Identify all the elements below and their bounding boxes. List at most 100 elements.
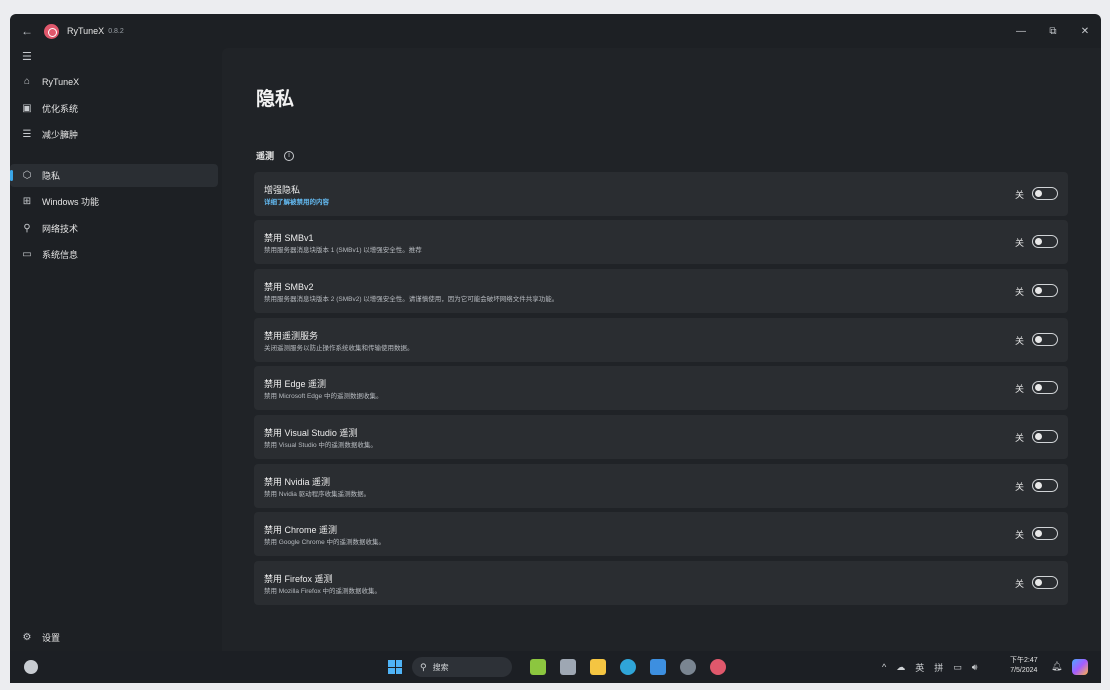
setting-title: 禁用 Visual Studio 遥测 [264,428,358,438]
setting-description: 禁用 Nvidia 驱动程序收集遥测数据。 [264,491,371,498]
setting-card-nvidia-telemetry: 禁用 Nvidia 遥测 禁用 Nvidia 驱动程序收集遥测数据。 关 [254,464,1068,508]
tray-expand-icon[interactable]: ^ [882,662,886,672]
setting-card-smbv2: 禁用 SMBv2 禁用服务器消息块版本 2 (SMBv2) 以增强安全性。请谨慎… [254,269,1068,313]
sidebar-item-label: 优化系统 [42,104,79,114]
setting-title: 禁用遥测服务 [264,331,319,341]
task-view-app-icon[interactable] [560,659,576,675]
toggle-switch[interactable] [1032,333,1058,346]
settings-label: 设置 [42,633,61,643]
sidebar: ☰ ⌂ RyTuneX ▣ 优化系统 ☰ 减少臃肿 ⬡ 隐私 ⊞ Windows… [10,48,222,651]
sidebar-item-label: 网络技术 [42,224,79,234]
setting-title: 禁用 Firefox 遥测 [264,574,333,584]
active-indicator [10,170,13,181]
store-app-icon[interactable] [650,659,666,675]
toggle-state-label: 关 [1014,530,1024,540]
search-label: 搜索 [432,662,449,672]
setting-title: 禁用 Nvidia 遥测 [264,477,331,487]
page-title: 隐私 [256,89,295,110]
window-controls: — ⧉ ✕ [1005,14,1101,48]
clock-date: 7/5/2024 [1010,667,1038,674]
sidebar-item-home[interactable]: ⌂ RyTuneX [10,70,218,93]
info-icon[interactable]: i [284,150,295,161]
sidebar-item-windows-features[interactable]: ⊞ Windows 功能 [10,190,218,213]
setting-description: 禁用 Mozilla Firefox 中的遥测数据收集。 [264,588,382,595]
close-button[interactable]: ✕ [1069,14,1101,48]
debloat-icon: ☰ [22,129,32,140]
system-tray: ^ ☁ 英 拼 ▭ 🔊︎ [882,651,977,683]
restore-button[interactable]: ⧉ [1037,14,1069,48]
sidebar-item-label: 隐私 [42,171,61,181]
sidebar-item-network[interactable]: ⚲ 网络技术 [10,217,218,240]
shield-icon: ⬡ [22,170,32,181]
sidebar-item-privacy[interactable]: ⬡ 隐私 [10,164,218,187]
setting-card-firefox-telemetry: 禁用 Firefox 遥测 禁用 Mozilla Firefox 中的遥测数据收… [254,561,1068,605]
toggle-state-label: 关 [1014,190,1024,200]
sidebar-item-system-info[interactable]: ▭ 系统信息 [10,243,218,266]
toggle-state-label: 关 [1014,579,1024,589]
setting-description: 禁用 Microsoft Edge 中的遥测数据收集。 [264,393,383,400]
network-tray-icon[interactable]: ▭ [953,662,962,673]
toggle-switch[interactable] [1032,479,1058,492]
main-content: 隐私 遥测 i 增强隐私 详细了解被禁用的内容 关 禁用 SMBv1 禁用服务器… [222,48,1101,651]
cloud-icon[interactable]: ☁ [896,662,905,673]
toggle-state-label: 关 [1014,238,1024,248]
section-title: 遥测 [256,151,275,161]
setting-title: 禁用 Edge 遥测 [264,379,327,389]
app-logo-icon [44,23,59,39]
setting-description: 禁用 Google Chrome 中的遥测数据收集。 [264,539,385,546]
setting-card-chrome-telemetry: 禁用 Chrome 遥测 禁用 Google Chrome 中的遥测数据收集。 … [254,512,1068,556]
section-header: 遥测 i [256,149,295,162]
toggle-switch[interactable] [1032,576,1058,589]
setting-title: 增强隐私 [264,185,301,195]
notification-bell-icon[interactable]: 🔔︎ [1051,661,1062,672]
setting-title: 禁用 Chrome 遥测 [264,525,338,535]
setting-card-smbv1: 禁用 SMBv1 禁用服务器消息块版本 1 (SMBv1) 以增强安全性。推荐 … [254,220,1068,264]
copilot-icon[interactable] [1072,659,1088,675]
clock-time: 下午2:47 [1010,657,1038,664]
windows-start-icon[interactable] [388,660,402,674]
volume-icon[interactable]: 🔊︎ [972,662,978,673]
hamburger-menu-icon[interactable]: ☰ [22,50,32,63]
search-icon: ⚲ [420,661,427,672]
toggle-switch[interactable] [1032,235,1058,248]
setting-card-edge-telemetry: 禁用 Edge 遥测 禁用 Microsoft Edge 中的遥测数据收集。 关 [254,366,1068,410]
toggle-switch[interactable] [1032,187,1058,200]
setting-card-enhanced-privacy: 增强隐私 详细了解被禁用的内容 关 [254,172,1068,216]
toggle-switch[interactable] [1032,381,1058,394]
toggle-state-label: 关 [1014,384,1024,394]
taskbar: ⚲ 搜索 ^ ☁ 英 拼 ▭ 🔊︎ 下午2:47 7/5/2024 🔔︎ [10,651,1101,683]
file-explorer-app-icon[interactable] [590,659,606,675]
edge-app-icon[interactable] [620,659,636,675]
rytunex-app-icon[interactable] [710,659,726,675]
setting-description: 关闭遥测服务以防止操作系统收集和传输使用数据。 [264,345,414,352]
app-version: 0.8.2 [108,27,124,35]
widgets-app-icon[interactable] [530,659,546,675]
minimize-button[interactable]: — [1005,14,1037,48]
language-indicator[interactable]: 英 [915,661,924,674]
toggle-switch[interactable] [1032,284,1058,297]
toggle-switch[interactable] [1032,527,1058,540]
setting-description: 禁用服务器消息块版本 1 (SMBv1) 以增强安全性。推荐 [264,247,422,254]
sidebar-item-debloat[interactable]: ☰ 减少臃肿 [10,123,218,146]
title-bar: ← RyTuneX 0.8.2 — ⧉ ✕ [10,14,1101,48]
home-icon: ⌂ [23,76,31,87]
optimize-icon: ▣ [22,103,32,114]
settings-app-icon[interactable] [680,659,696,675]
toggle-switch[interactable] [1032,430,1058,443]
windows-features-icon: ⊞ [22,196,32,207]
learn-more-link[interactable]: 详细了解被禁用的内容 [264,196,329,206]
back-arrow-icon[interactable]: ← [14,24,40,38]
weather-widget-icon[interactable] [24,660,38,674]
sidebar-item-label: Windows 功能 [42,197,100,207]
setting-card-visual-studio-telemetry: 禁用 Visual Studio 遥测 禁用 Visual Studio 中的遥… [254,415,1068,459]
sidebar-item-optimize[interactable]: ▣ 优化系统 [10,97,218,120]
toggle-state-label: 关 [1014,336,1024,346]
setting-title: 禁用 SMBv2 [264,282,314,292]
taskbar-clock[interactable]: 下午2:47 7/5/2024 [1010,656,1038,676]
sidebar-item-label: 减少臃肿 [42,130,79,140]
monitor-icon: ▭ [22,249,32,260]
taskbar-search[interactable]: ⚲ 搜索 [412,657,512,677]
setting-description: 禁用服务器消息块版本 2 (SMBv2) 以增强安全性。请谨慎使用，因为它可能会… [264,296,559,303]
ime-indicator[interactable]: 拼 [934,661,943,674]
sidebar-item-settings[interactable]: ⚙ 设置 [10,626,218,649]
